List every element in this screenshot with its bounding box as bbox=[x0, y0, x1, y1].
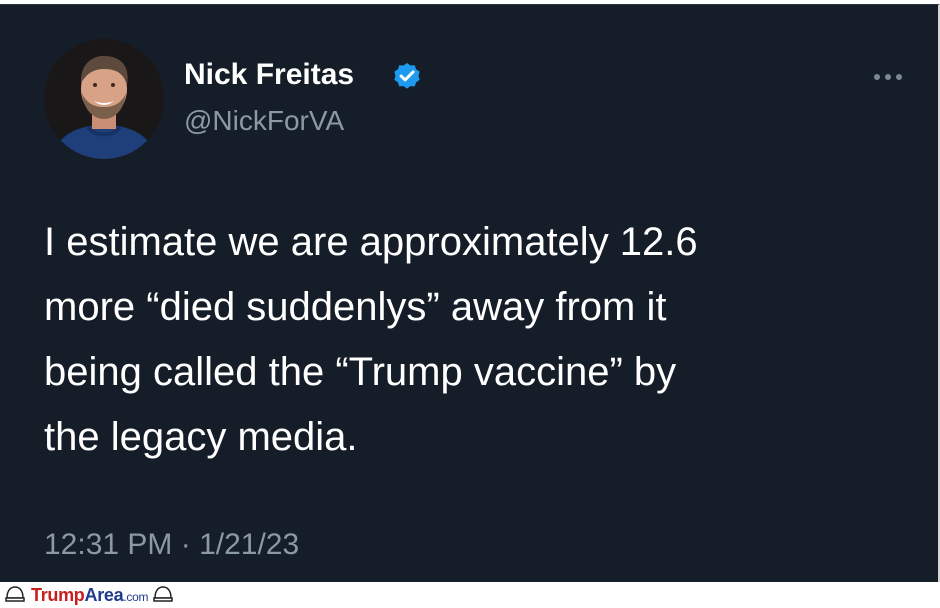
tweet-text: I estimate we are approximately 12.6 mor… bbox=[44, 210, 904, 470]
tweet-card: Nick Freitas @NickForVA I estimate we ar… bbox=[0, 4, 940, 582]
tweet-text-line: I estimate we are approximately 12.6 bbox=[44, 220, 698, 264]
avatar[interactable] bbox=[44, 39, 164, 159]
verified-badge-icon bbox=[394, 63, 420, 89]
more-horizontal-icon[interactable] bbox=[868, 65, 908, 89]
tweet-text-line: the legacy media. bbox=[44, 415, 358, 459]
author-handle[interactable]: @NickForVA bbox=[184, 103, 344, 139]
watermark-text-dotcom: .com bbox=[123, 589, 149, 604]
tweet-text-line: more “died suddenlys” away from it bbox=[44, 285, 667, 329]
author-name[interactable]: Nick Freitas bbox=[184, 57, 354, 93]
watermark-text: TrumpArea.com bbox=[31, 585, 152, 606]
page: Nick Freitas @NickForVA I estimate we ar… bbox=[0, 0, 940, 608]
watermark-text-trump: Trump bbox=[31, 584, 85, 605]
site-watermark: TrumpArea.com bbox=[4, 584, 174, 606]
tweet-timestamp[interactable]: 12:31 PM · 1/21/23 bbox=[44, 525, 299, 565]
cap-icon bbox=[153, 586, 173, 602]
cap-icon bbox=[5, 586, 25, 602]
watermark-text-area: Area bbox=[84, 584, 124, 605]
tweet-text-line: being called the “Trump vaccine” by bbox=[44, 350, 677, 394]
